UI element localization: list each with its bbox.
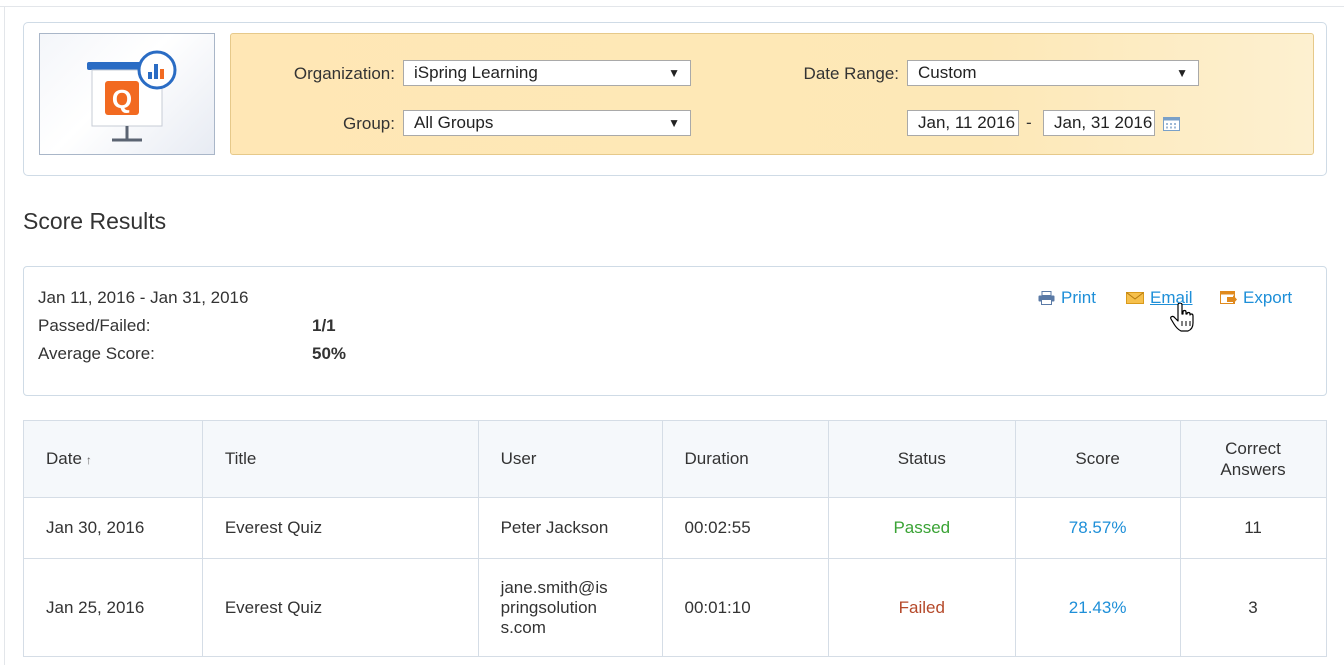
- print-button[interactable]: Print: [1038, 288, 1096, 308]
- header-duration[interactable]: Duration: [661, 420, 830, 498]
- group-label: Group:: [343, 114, 395, 133]
- date-from-input[interactable]: Jan, 11 2016: [907, 110, 1019, 136]
- print-label: Print: [1061, 288, 1096, 307]
- printer-icon: [1038, 291, 1055, 305]
- header-status[interactable]: Status: [828, 420, 1017, 498]
- cell-title: Everest Quiz: [201, 497, 479, 559]
- svg-text:Q: Q: [112, 84, 132, 114]
- page-title: Score Results: [23, 208, 167, 234]
- average-score-value: 50%: [312, 344, 347, 363]
- group-select[interactable]: All Groups ▼: [403, 110, 691, 136]
- filters-bar: Organization: iSpring Learning ▼ Group: …: [230, 33, 1314, 155]
- header-score[interactable]: Score: [1015, 420, 1182, 498]
- cell-user: Peter Jackson: [477, 497, 663, 559]
- quiz-report-logo: Q: [39, 33, 215, 155]
- envelope-icon: [1126, 292, 1144, 304]
- organization-select[interactable]: iSpring Learning ▼: [403, 60, 691, 86]
- dropdown-arrow-icon: ▼: [668, 116, 680, 130]
- cell-correct-answers: 3: [1180, 558, 1327, 657]
- summary-date-range: Jan 11, 2016 - Jan 31, 2016: [38, 288, 249, 307]
- date-range-label: Date Range:: [803, 64, 899, 83]
- header-title[interactable]: Title: [201, 420, 479, 498]
- cell-date: Jan 30, 2016: [23, 497, 203, 559]
- cell-duration: 00:02:55: [661, 497, 830, 559]
- cell-duration: 00:01:10: [661, 558, 830, 657]
- results-table: Date ↑ Title User Duration Status Score C…: [23, 420, 1327, 657]
- summary-panel: Jan 11, 2016 - Jan 31, 2016 Passed/Faile…: [23, 266, 1327, 396]
- dropdown-arrow-icon: ▼: [1176, 66, 1188, 80]
- export-icon: [1220, 291, 1237, 304]
- header-correct-answers[interactable]: Correct Answers: [1180, 420, 1327, 498]
- cell-status: Failed: [828, 558, 1017, 657]
- cell-user-text: jane.smith@ispringsolutions.com: [500, 577, 608, 637]
- group-value: All Groups: [414, 113, 494, 132]
- filter-panel: Q Organization: iSpring Learning ▼ Group…: [23, 22, 1327, 176]
- cell-status: Passed: [828, 497, 1017, 559]
- dropdown-arrow-icon: ▼: [668, 66, 680, 80]
- cell-title: Everest Quiz: [201, 558, 479, 657]
- cell-date: Jan 25, 2016: [23, 558, 203, 657]
- cell-correct-answers: 11: [1180, 497, 1327, 559]
- cell-score-link[interactable]: 21.43%: [1015, 558, 1182, 657]
- organization-value: iSpring Learning: [414, 63, 538, 82]
- date-range-select[interactable]: Custom ▼: [907, 60, 1199, 86]
- date-to-input[interactable]: Jan, 31 2016: [1043, 110, 1155, 136]
- header-user[interactable]: User: [477, 420, 663, 498]
- date-range-value: Custom: [918, 63, 977, 82]
- table-row[interactable]: Jan 25, 2016 Everest Quiz jane.smith@isp…: [23, 558, 1327, 657]
- presentation-board-icon: Q: [87, 50, 177, 142]
- passed-failed-label: Passed/Failed:: [38, 316, 151, 335]
- date-separator: -: [1026, 113, 1032, 132]
- table-row[interactable]: Jan 30, 2016 Everest Quiz Peter Jackson …: [23, 497, 1327, 559]
- organization-label: Organization:: [293, 64, 395, 83]
- cell-score-link[interactable]: 78.57%: [1015, 497, 1182, 559]
- sort-ascending-icon: ↑: [85, 453, 92, 467]
- export-button[interactable]: Export: [1220, 288, 1292, 308]
- export-label: Export: [1243, 288, 1293, 307]
- top-divider: [0, 6, 1344, 7]
- hand-pointer-cursor-icon: [1170, 303, 1194, 332]
- left-divider: [4, 6, 5, 665]
- calendar-icon[interactable]: [1163, 117, 1180, 131]
- header-date[interactable]: Date ↑: [23, 420, 203, 498]
- passed-failed-value: 1/1: [312, 316, 336, 335]
- cell-user: jane.smith@ispringsolutions.com: [477, 558, 663, 657]
- table-header-row: Date ↑ Title User Duration Status Score C…: [23, 420, 1327, 498]
- average-score-label: Average Score:: [38, 344, 155, 363]
